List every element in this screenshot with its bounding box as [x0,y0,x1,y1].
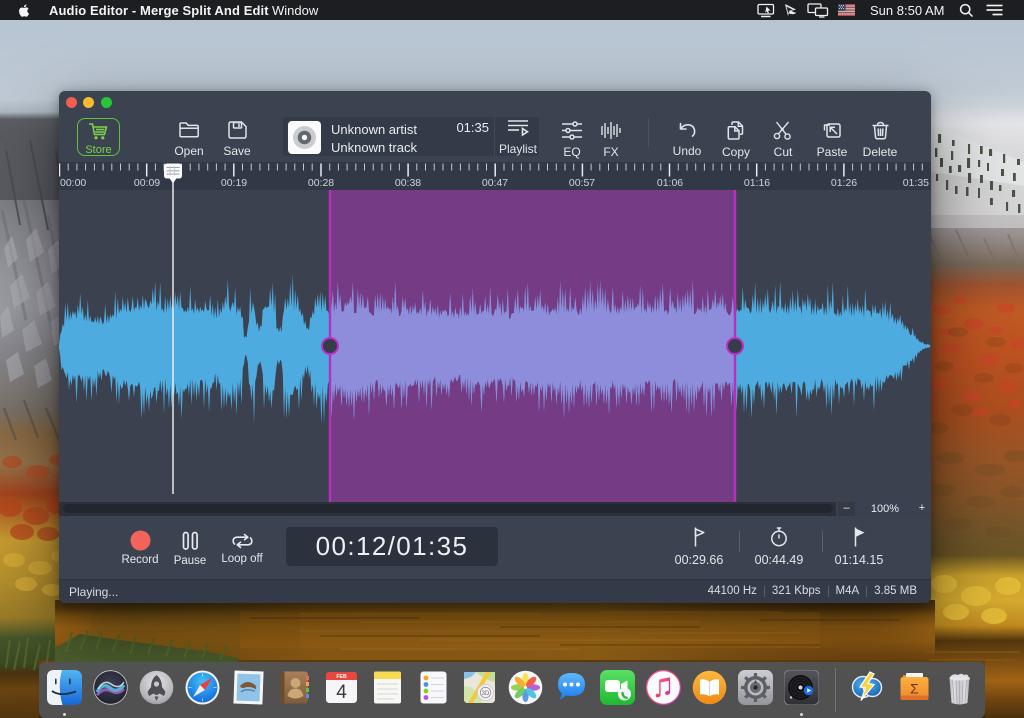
svg-text:Σ: Σ [910,681,919,697]
svg-text:FEB: FEB [336,674,347,680]
svg-text:4: 4 [336,682,347,703]
svg-text:3D: 3D [481,691,489,697]
